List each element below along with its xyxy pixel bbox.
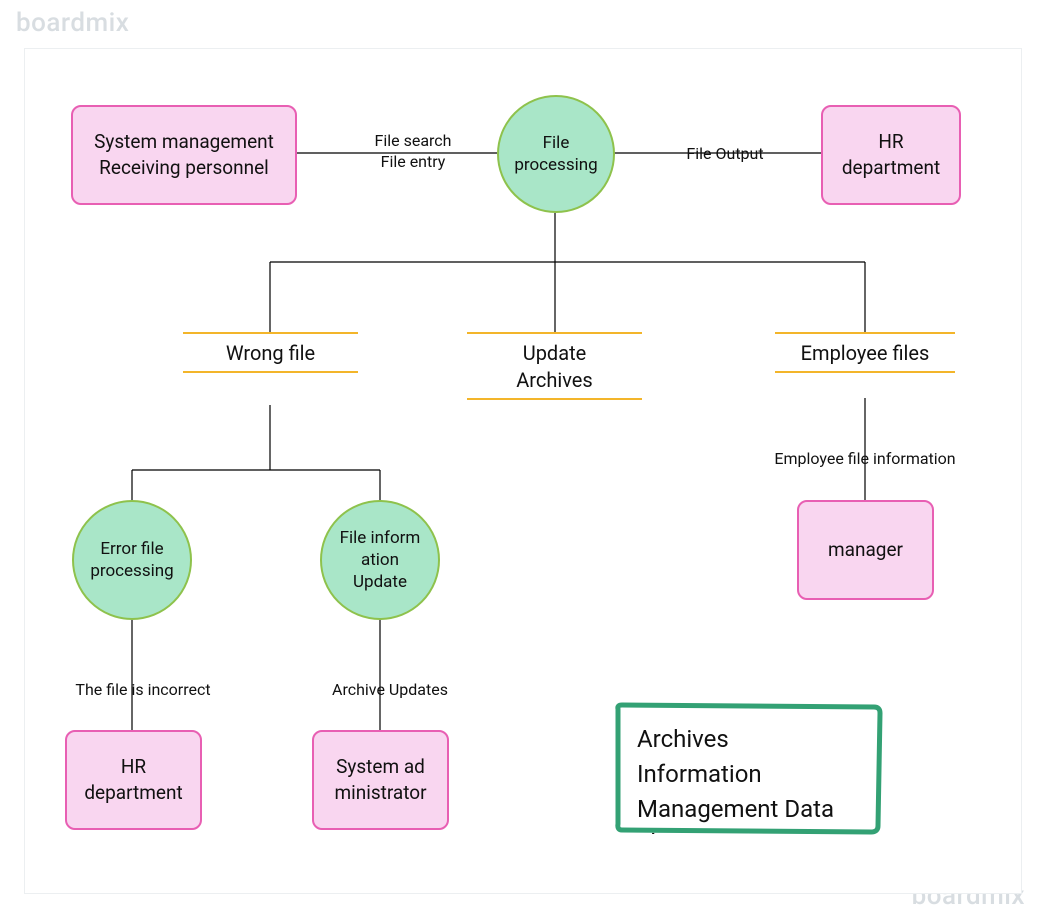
entity-hr-department-top: HRdepartment <box>821 105 961 205</box>
edge-label-file-output: File Output <box>665 144 785 165</box>
process-file-processing: Fileprocessing <box>497 95 615 213</box>
datastore-wrong-file: Wrong file <box>183 332 358 373</box>
entity-manager: manager <box>797 500 934 600</box>
diagram-title: Archives Information Management Data Flo… <box>617 706 877 834</box>
datastore-update-archives: UpdateArchives <box>467 332 642 400</box>
entity-hr-department-bottom: HRdepartment <box>65 730 202 830</box>
diagram-canvas: boardmix boardmix System managementRecei… <box>0 0 1043 917</box>
edge-label-employee-file-info: Employee file information <box>760 449 970 470</box>
process-file-information-update: File informationUpdate <box>320 500 440 620</box>
watermark-top: boardmix <box>16 8 129 38</box>
process-error-file-processing: Error fileprocessing <box>72 500 192 620</box>
entity-system-administrator: System administrator <box>312 730 449 830</box>
edge-label-file-incorrect: The file is incorrect <box>58 680 228 701</box>
entity-system-management: System managementReceiving personnel <box>71 105 297 205</box>
edge-label-file-search-entry: File searchFile entry <box>353 131 473 173</box>
datastore-employee-files: Employee files <box>775 332 955 373</box>
edge-label-archive-updates: Archive Updates <box>315 680 465 701</box>
